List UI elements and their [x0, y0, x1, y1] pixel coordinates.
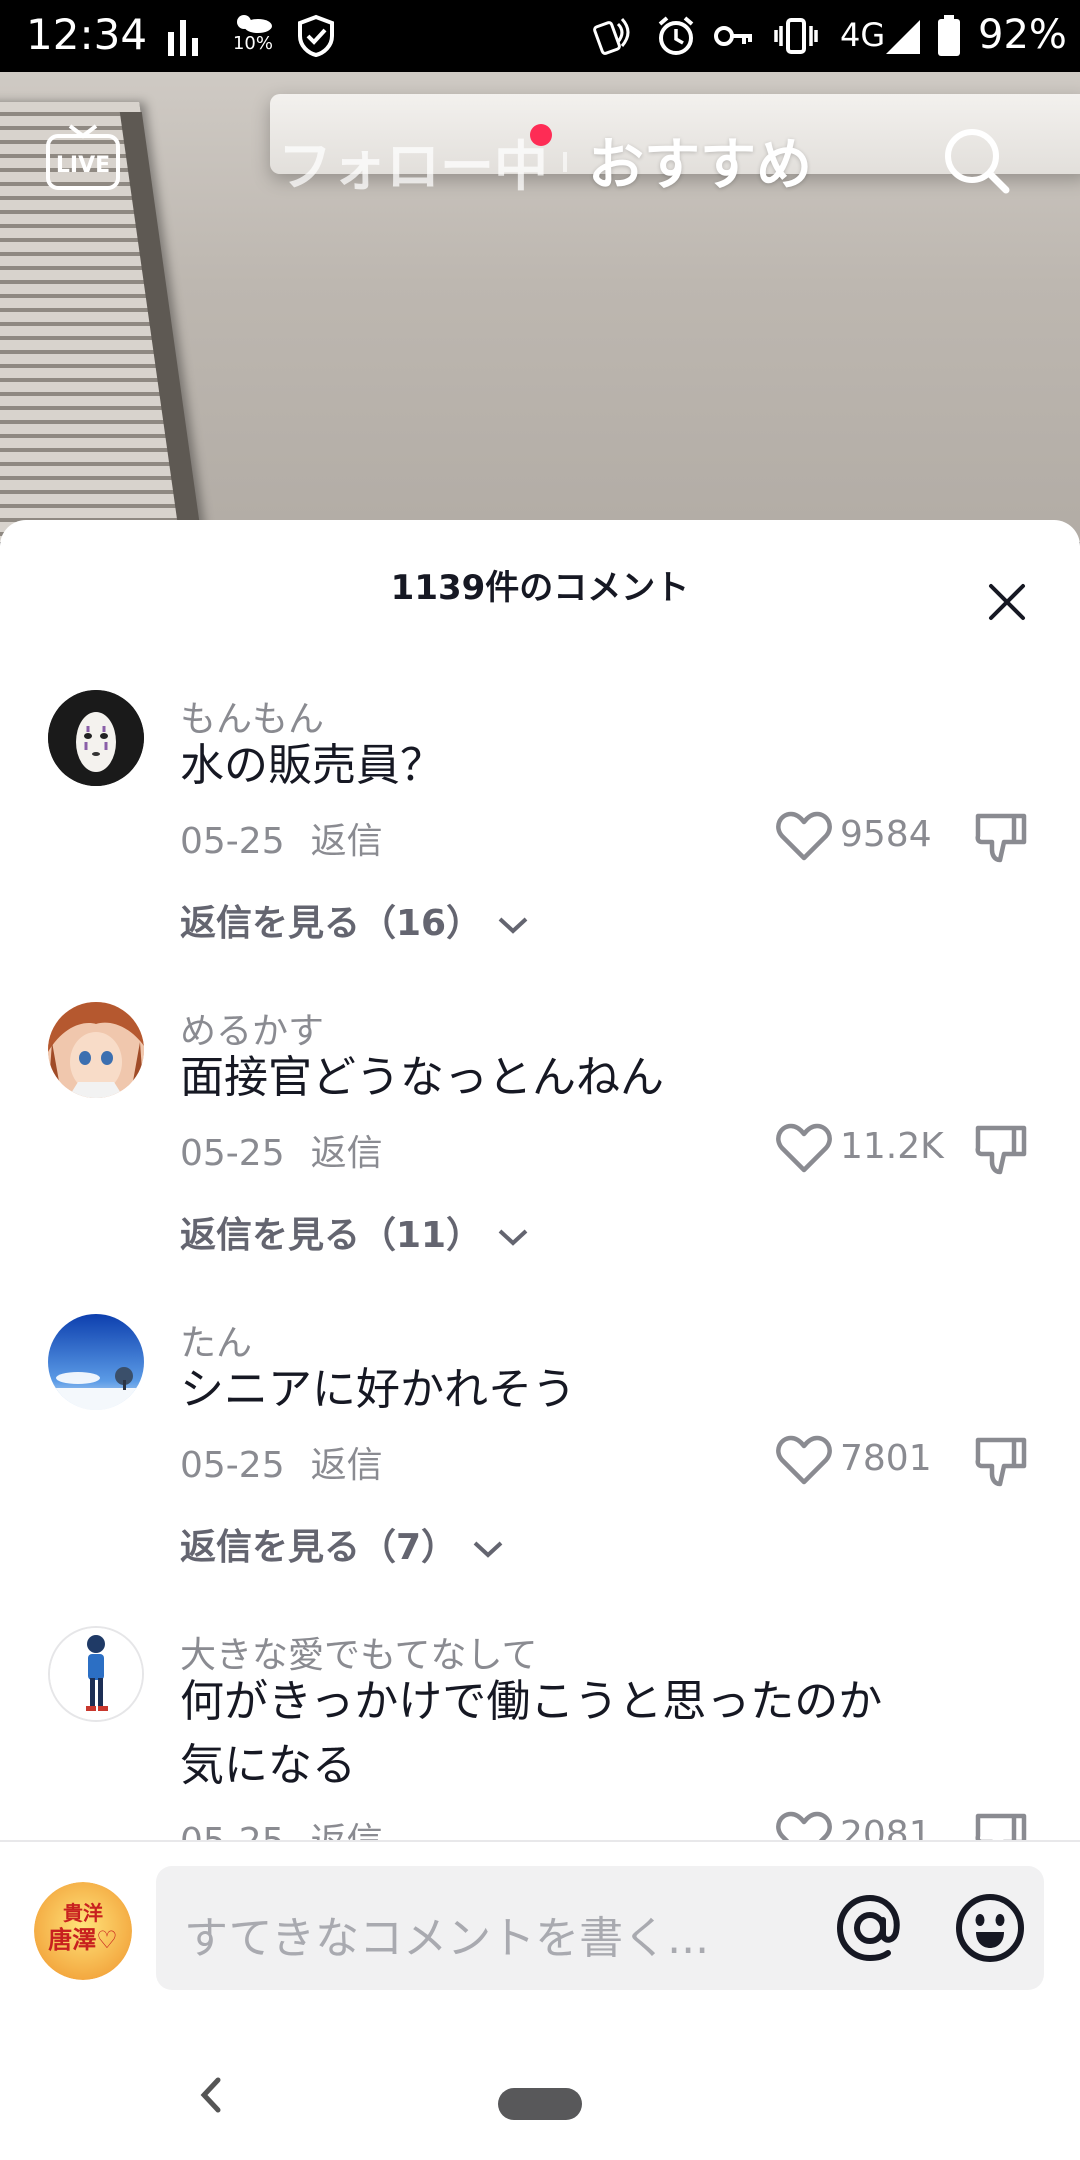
comment-item: たん シニアに好かれそう 05-25 返信 7801 返信を見る（7） [0, 1294, 1080, 1594]
avatar[interactable] [48, 1626, 144, 1722]
like-button[interactable] [776, 1434, 832, 1486]
comment-text: シニアに好かれそう [180, 1364, 576, 1415]
avatar[interactable] [48, 1314, 144, 1410]
dislike-button[interactable] [974, 810, 1028, 864]
heart-icon [776, 1435, 832, 1485]
comment-meta: 05-25 返信 [180, 1124, 383, 1176]
reply-button[interactable]: 返信 [311, 821, 383, 862]
view-replies-button[interactable]: 返信を見る（16） [180, 894, 530, 946]
tab-recommended[interactable]: おすすめ [588, 120, 812, 201]
noface-avatar-image [48, 690, 144, 786]
comment-item: めるかす 面接官どうなっとんねん 05-25 返信 11.2K 返信を見る（11） [0, 982, 1080, 1282]
svg-text:貴洋: 貴洋 [63, 1901, 103, 1925]
like-count: 11.2K [840, 1126, 944, 1167]
comment-date: 05-25 [180, 821, 285, 862]
reply-button[interactable]: 返信 [311, 1445, 383, 1486]
thumbs-down-icon [975, 1813, 1027, 1840]
back-button[interactable] [190, 2070, 230, 2120]
emoji-icon [956, 1894, 1024, 1962]
top-nav: LIVE フォロー中 おすすめ [0, 72, 1080, 202]
chevron-down-icon [496, 1215, 530, 1256]
comment-date: 05-25 [180, 1445, 285, 1486]
heart-icon [776, 1123, 832, 1173]
like-count: 7801 [840, 1438, 932, 1479]
like-count: 2081 [840, 1814, 932, 1840]
comment-text: 何がきっかけで働こうと思ったのか 気になる [180, 1676, 883, 1791]
view-replies-button[interactable]: 返信を見る（11） [180, 1206, 530, 1258]
heart-icon [776, 811, 832, 861]
avatar[interactable] [48, 1002, 144, 1098]
comment-input-placeholder: すてきなコメントを書く... [184, 1913, 710, 1964]
comment-meta: 05-25 返信 [180, 812, 383, 864]
thumbs-down-icon [975, 1437, 1027, 1487]
chevron-left-icon [200, 2077, 221, 2113]
system-nav-bar [0, 2030, 1080, 2160]
comment-date: 05-25 [180, 1821, 285, 1840]
like-button[interactable] [776, 1810, 832, 1840]
search-icon [945, 129, 1010, 194]
vibrate-icon [772, 14, 820, 58]
view-replies-button[interactable]: 返信を見る（7） [180, 1518, 505, 1570]
close-button[interactable] [985, 580, 1029, 624]
live-button[interactable]: LIVE [44, 122, 122, 194]
character-avatar-image [50, 1628, 142, 1720]
dislike-button[interactable] [974, 1122, 1028, 1176]
chevron-down-icon [496, 903, 530, 944]
comment-meta: 05-25 返信 [180, 1812, 383, 1840]
comment-meta: 05-25 返信 [180, 1436, 383, 1488]
battery-percent: 92% [978, 12, 1067, 58]
comment-count-title: 1139件のコメント [390, 568, 690, 608]
reply-button[interactable]: 返信 [311, 1133, 383, 1174]
chevron-down-icon [471, 1527, 505, 1568]
user-avatar-image: 貴洋 唐澤♡ [34, 1882, 132, 1980]
like-button[interactable] [776, 1122, 832, 1174]
nfc-icon [592, 14, 636, 58]
tab-following[interactable]: フォロー中 [278, 122, 548, 201]
dislike-button[interactable] [974, 1810, 1028, 1840]
heart-icon [776, 1811, 832, 1840]
bar-chart-icon [166, 14, 200, 58]
weather-icon: 10% [228, 10, 278, 54]
battery-icon [936, 14, 962, 58]
notification-dot [530, 124, 552, 146]
tab-separator [563, 152, 567, 172]
anime-girl-avatar-image [48, 1002, 144, 1098]
comment-text: 面接官どうなっとんねん [180, 1052, 664, 1103]
comment-item: もんもん 水の販売員？ 05-25 返信 9584 返信を見る（16） [0, 670, 1080, 970]
comment-text: 水の販売員？ [180, 740, 444, 791]
like-button[interactable] [776, 810, 832, 862]
status-bar: 12:34 10% 4G 92% [0, 0, 1080, 72]
comment-input[interactable]: すてきなコメントを書く... [156, 1866, 1044, 1990]
avatar[interactable] [48, 690, 144, 786]
live-tv-icon: LIVE [46, 124, 120, 190]
reply-button[interactable]: 返信 [311, 1821, 383, 1840]
home-pill[interactable] [498, 2088, 582, 2120]
clock: 12:34 [26, 10, 148, 59]
signal-icon [884, 14, 922, 58]
my-avatar[interactable]: 貴洋 唐澤♡ [34, 1882, 132, 1980]
emoji-button[interactable] [952, 1890, 1028, 1966]
mention-button[interactable] [832, 1890, 908, 1966]
key-icon [712, 14, 756, 58]
thumbs-down-icon [975, 813, 1027, 863]
svg-text:LIVE: LIVE [56, 153, 110, 178]
shield-check-icon [294, 14, 338, 58]
search-button[interactable] [940, 124, 1012, 196]
close-icon [989, 584, 1025, 620]
alarm-icon [654, 14, 698, 58]
network-type: 4G [840, 16, 886, 54]
like-count: 9584 [840, 814, 932, 855]
svg-text:唐澤♡: 唐澤♡ [48, 1926, 118, 1954]
comment-item: 大きな愛でもてなして 何がきっかけで働こうと思ったのか 気になる 05-25返信… [0, 1606, 1080, 1840]
comment-date: 05-25 [180, 1133, 285, 1174]
thumbs-down-icon [975, 1125, 1027, 1175]
at-sign-icon [836, 1894, 900, 1962]
dislike-button[interactable] [974, 1434, 1028, 1488]
sky-avatar-image [48, 1314, 144, 1410]
